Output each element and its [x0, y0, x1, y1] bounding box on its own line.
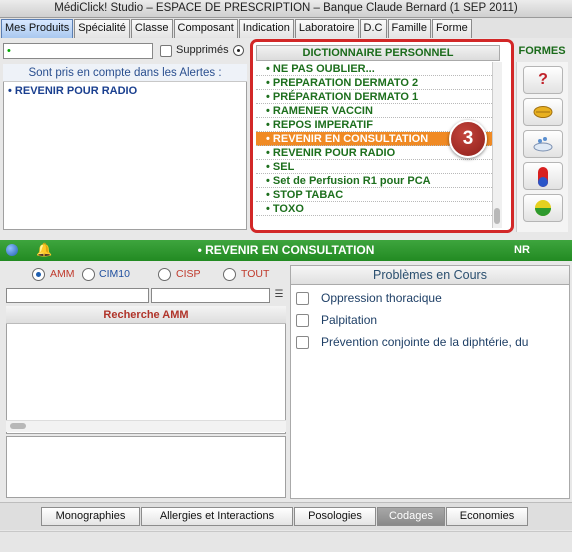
- radio-cisp-label: CISP: [176, 268, 201, 280]
- alerts-header: Sont pris en compte dans les Alertes :: [3, 64, 247, 82]
- capsule-icon[interactable]: [523, 162, 563, 190]
- tab-classe[interactable]: Classe: [130, 19, 173, 38]
- powder-icon[interactable]: [523, 130, 563, 158]
- dictionary-item[interactable]: • SEL: [256, 160, 492, 174]
- problems-header: Problèmes en Cours: [290, 265, 570, 285]
- radio-amm-label: AMM: [50, 268, 75, 280]
- question-icon[interactable]: ?: [523, 66, 563, 94]
- problem-label: Prévention conjointe de la diphtérie, du: [321, 335, 529, 349]
- economies-button[interactable]: Economies: [446, 507, 528, 526]
- formes-column: ?: [516, 62, 568, 232]
- step-badge: 3: [449, 120, 487, 158]
- search-filter-input[interactable]: [151, 288, 270, 303]
- dictionary-item[interactable]: • Set de Perfusion R1 pour PCA: [256, 174, 492, 188]
- window-title: MédiClick! Studio – ESPACE DE PRESCRIPTI…: [0, 0, 572, 18]
- supprimes-label: Supprimés: [176, 44, 229, 56]
- problem-label: Oppression thoracique: [321, 291, 442, 305]
- search-input[interactable]: [6, 288, 149, 303]
- radio-amm[interactable]: [32, 268, 45, 281]
- tablet-icon[interactable]: [523, 98, 563, 126]
- dictionary-item[interactable]: • TOXO: [256, 202, 492, 216]
- tab-dc[interactable]: D.C: [359, 19, 387, 38]
- tab-indication[interactable]: Indication: [238, 19, 294, 38]
- posologies-button[interactable]: Posologies: [294, 507, 376, 526]
- tab-forme[interactable]: Forme: [431, 19, 472, 38]
- banner-title: • REVENIR EN CONSULTATION: [197, 243, 375, 257]
- dictionary-item[interactable]: • STOP TABAC: [256, 188, 492, 202]
- tab-specialite[interactable]: Spécialité: [74, 19, 130, 38]
- filter-input[interactable]: •: [3, 43, 153, 59]
- status-bar: [0, 531, 572, 552]
- tab-famille[interactable]: Famille: [387, 19, 431, 38]
- radio-cisp[interactable]: [158, 268, 171, 281]
- radio-cim10[interactable]: [82, 268, 95, 281]
- problem-checkbox[interactable]: [296, 314, 309, 327]
- radio-tout-label: TOUT: [241, 268, 270, 280]
- problem-checkbox[interactable]: [296, 292, 309, 305]
- search-results-header: Recherche AMM: [6, 306, 286, 324]
- problem-label: Palpitation: [321, 313, 378, 327]
- supprimes-checkbox[interactable]: [160, 45, 172, 57]
- supprimes-radio[interactable]: [233, 45, 244, 56]
- dictionary-item[interactable]: • NE PAS OUBLIER...: [256, 62, 492, 76]
- search-results-scroll-thumb[interactable]: [10, 423, 26, 429]
- dictionary-item[interactable]: • RAMENER VACCIN: [256, 104, 492, 118]
- dictionary-item[interactable]: • PREPARATION DERMATO 2: [256, 76, 492, 90]
- search-results-scrollbar[interactable]: [6, 420, 286, 432]
- dictionary-item[interactable]: • PRÉPARATION DERMATO 1: [256, 90, 492, 104]
- menu-icon[interactable]: ☰: [273, 289, 285, 301]
- problem-checkbox[interactable]: [296, 336, 309, 349]
- dictionary-scroll-thumb[interactable]: [494, 208, 500, 224]
- tab-composant[interactable]: Composant: [173, 19, 238, 38]
- radio-tout[interactable]: [223, 268, 236, 281]
- radio-cim10-label: CIM10: [99, 268, 130, 280]
- formes-header: FORMES: [518, 45, 566, 57]
- allergies-interactions-button[interactable]: Allergies et Interactions: [141, 507, 293, 526]
- dictionary-scrollbar[interactable]: [492, 62, 502, 228]
- monographies-button[interactable]: Monographies: [41, 507, 140, 526]
- notes-panel[interactable]: [6, 436, 286, 498]
- pill-icon[interactable]: [523, 194, 563, 222]
- tab-laboratoire[interactable]: Laboratoire: [294, 19, 359, 38]
- tab-mes-produits[interactable]: Mes Produits: [1, 19, 74, 38]
- search-results-panel: [6, 306, 286, 434]
- dictionary-header: DICTIONNAIRE PERSONNEL: [256, 45, 500, 61]
- top-tabs: Mes Produits Spécialité Classe Composant…: [0, 18, 572, 38]
- alerts-list-item[interactable]: • REVENIR POUR RADIO: [8, 85, 137, 97]
- codages-button[interactable]: Codages: [377, 507, 445, 526]
- banner-code: NR: [514, 244, 530, 256]
